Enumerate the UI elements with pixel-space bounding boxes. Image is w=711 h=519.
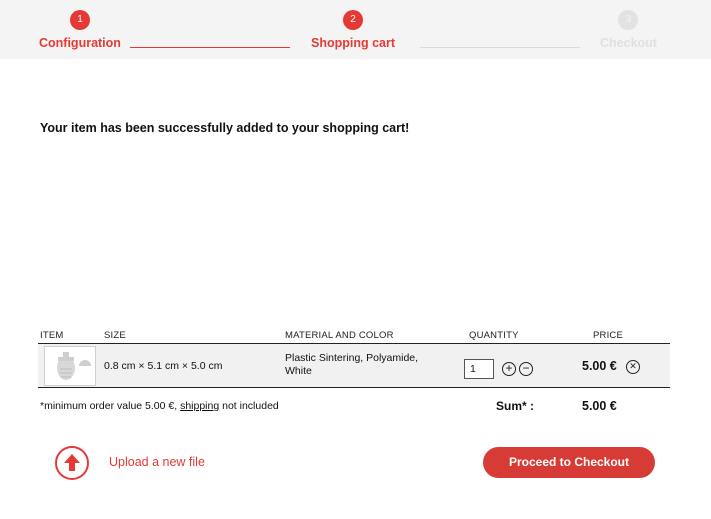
close-circle-icon[interactable]: ✕ bbox=[626, 360, 640, 374]
step-number: 2 bbox=[343, 10, 364, 30]
note-suffix: not included bbox=[219, 400, 279, 412]
step-number: 1 bbox=[69, 10, 90, 30]
header-quantity: QUANTITY bbox=[469, 330, 519, 341]
upload-button[interactable] bbox=[55, 446, 89, 480]
arrow-up-icon bbox=[64, 454, 80, 471]
step-label: Configuration bbox=[39, 36, 121, 50]
quantity-input[interactable]: 1 bbox=[464, 359, 494, 379]
step-label: Checkout bbox=[600, 36, 657, 50]
cart-table: ITEM SIZE MATERIAL AND COLOR QUANTITY PR… bbox=[38, 320, 670, 422]
header-size: SIZE bbox=[104, 330, 126, 341]
step-configuration[interactable]: 1 Configuration bbox=[39, 10, 121, 50]
item-size: 0.8 cm × 5.1 cm × 5.0 cm bbox=[104, 360, 223, 372]
header-price: PRICE bbox=[593, 330, 624, 341]
sum-value: 5.00 € bbox=[582, 399, 617, 413]
checkout-stepper: 1 Configuration 2 Shopping cart 3 Checko… bbox=[0, 0, 711, 59]
step-label: Shopping cart bbox=[311, 36, 396, 50]
upload-new-file-link[interactable]: Upload a new file bbox=[109, 455, 205, 469]
minus-circle-icon[interactable]: − bbox=[519, 362, 533, 376]
success-message: Your item has been successfully added to… bbox=[40, 121, 410, 135]
shipping-link[interactable]: shipping bbox=[180, 400, 219, 412]
minimum-order-note: *minimum order value 5.00 €, shipping no… bbox=[40, 400, 279, 412]
cart-footer: *minimum order value 5.00 €, shipping no… bbox=[38, 388, 670, 422]
step-number: 3 bbox=[618, 10, 639, 30]
note-prefix: *minimum order value 5.00 €, bbox=[40, 400, 181, 412]
step-shopping-cart[interactable]: 2 Shopping cart bbox=[311, 10, 395, 50]
sum-label: Sum* : bbox=[496, 399, 535, 413]
item-thumbnail[interactable] bbox=[44, 346, 96, 386]
step-checkout: 3 Checkout bbox=[600, 10, 657, 50]
header-item: ITEM bbox=[40, 330, 64, 341]
table-row: 0.8 cm × 5.1 cm × 5.0 cm Plastic Sinteri… bbox=[38, 344, 670, 388]
step-connector bbox=[420, 47, 580, 48]
proceed-to-checkout-button[interactable]: Proceed to Checkout bbox=[483, 447, 655, 478]
table-header: ITEM SIZE MATERIAL AND COLOR QUANTITY PR… bbox=[38, 320, 670, 344]
step-connector bbox=[130, 47, 290, 48]
part-preview-icon bbox=[57, 352, 91, 380]
plus-circle-icon[interactable]: + bbox=[502, 362, 516, 376]
item-material: Plastic Sintering, Polyamide, White bbox=[285, 352, 419, 377]
header-material: MATERIAL AND COLOR bbox=[285, 330, 394, 341]
item-price: 5.00 € bbox=[582, 359, 617, 373]
